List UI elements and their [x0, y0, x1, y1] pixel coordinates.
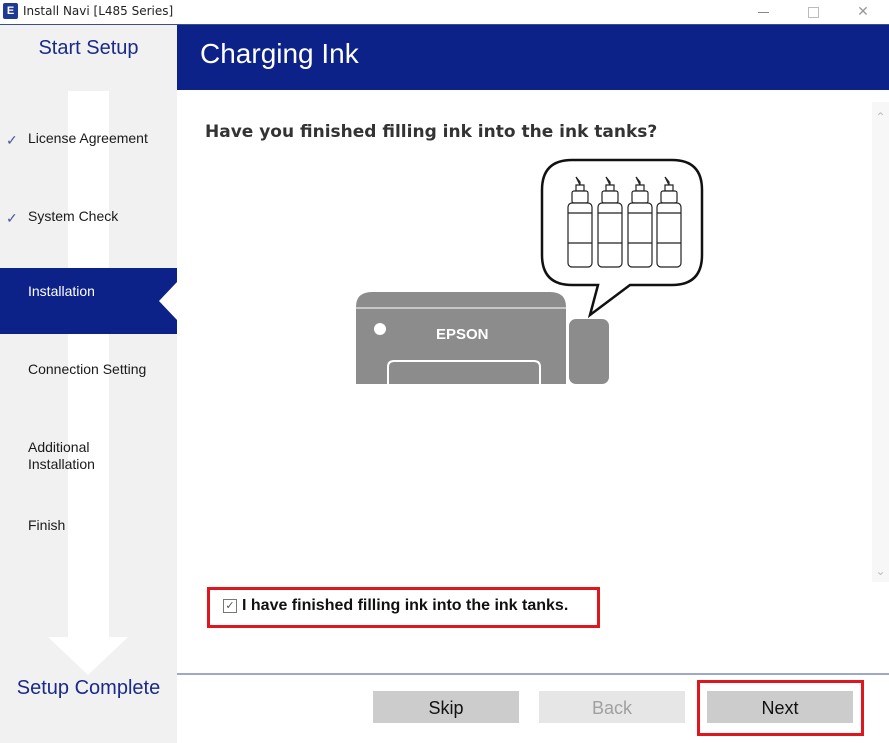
check-icon: ✓: [6, 132, 18, 148]
step-label: Installation: [28, 283, 95, 299]
maximize-button[interactable]: [790, 0, 836, 24]
next-button[interactable]: Next: [707, 691, 853, 723]
question-text: Have you finished filling ink into the i…: [205, 122, 658, 142]
app-icon: E: [3, 3, 18, 19]
setup-complete-label: Setup Complete: [16, 677, 161, 699]
scroll-down-icon[interactable]: ⌄: [872, 564, 889, 578]
finished-filling-checkbox-row[interactable]: ✓ I have finished filling ink into the i…: [223, 597, 568, 615]
page-title: Charging Ink: [200, 38, 359, 69]
progress-arrow-head-icon: [48, 637, 128, 675]
close-button[interactable]: ✕: [840, 0, 886, 24]
step-connection-setting: Connection Setting: [28, 361, 146, 378]
scroll-up-icon[interactable]: ⌃: [872, 110, 889, 124]
ink-charging-illustration: EPSON: [356, 158, 704, 384]
step-system-check: ✓ System Check: [6, 208, 119, 226]
maximize-icon: [807, 6, 819, 18]
skip-button[interactable]: Skip: [373, 691, 519, 723]
minimize-icon: [757, 11, 769, 13]
finished-filling-checkbox-label[interactable]: I have finished filling ink into the ink…: [242, 597, 568, 615]
minimize-button[interactable]: [740, 0, 786, 24]
step-label: Connection Setting: [28, 361, 147, 377]
step-label-line1: Additional: [28, 439, 90, 455]
step-license-agreement: ✓ License Agreement: [6, 130, 148, 148]
start-setup-label: Start Setup: [38, 37, 139, 59]
close-icon: ✕: [857, 3, 869, 19]
step-label: System Check: [28, 208, 119, 224]
back-button[interactable]: Back: [539, 691, 685, 723]
footer-divider: [177, 673, 889, 675]
page-header: Charging Ink: [177, 25, 889, 90]
title-bar: E Install Navi [L485 Series] ✕: [0, 0, 889, 25]
setup-steps-sidebar: Start Setup ✓ License Agreement ✓ System…: [0, 25, 177, 743]
content-scrollbar[interactable]: ⌃ ⌄: [872, 102, 889, 582]
printer-brand-label: EPSON: [436, 326, 489, 343]
step-label-line2: Installation: [28, 456, 95, 472]
step-label: Finish: [28, 517, 66, 533]
check-icon: ✓: [6, 210, 18, 226]
window-title: Install Navi [L485 Series]: [23, 4, 174, 18]
step-additional-installation: Additional Installation: [28, 439, 95, 473]
current-step-pointer-icon: [159, 282, 177, 320]
printer-icon: EPSON: [356, 292, 609, 384]
step-installation-active: Installation: [0, 268, 177, 334]
step-finish: Finish: [28, 517, 65, 534]
finished-filling-checkbox[interactable]: ✓: [223, 599, 237, 613]
ink-tank-icon: [569, 319, 609, 384]
step-label: License Agreement: [28, 130, 148, 146]
